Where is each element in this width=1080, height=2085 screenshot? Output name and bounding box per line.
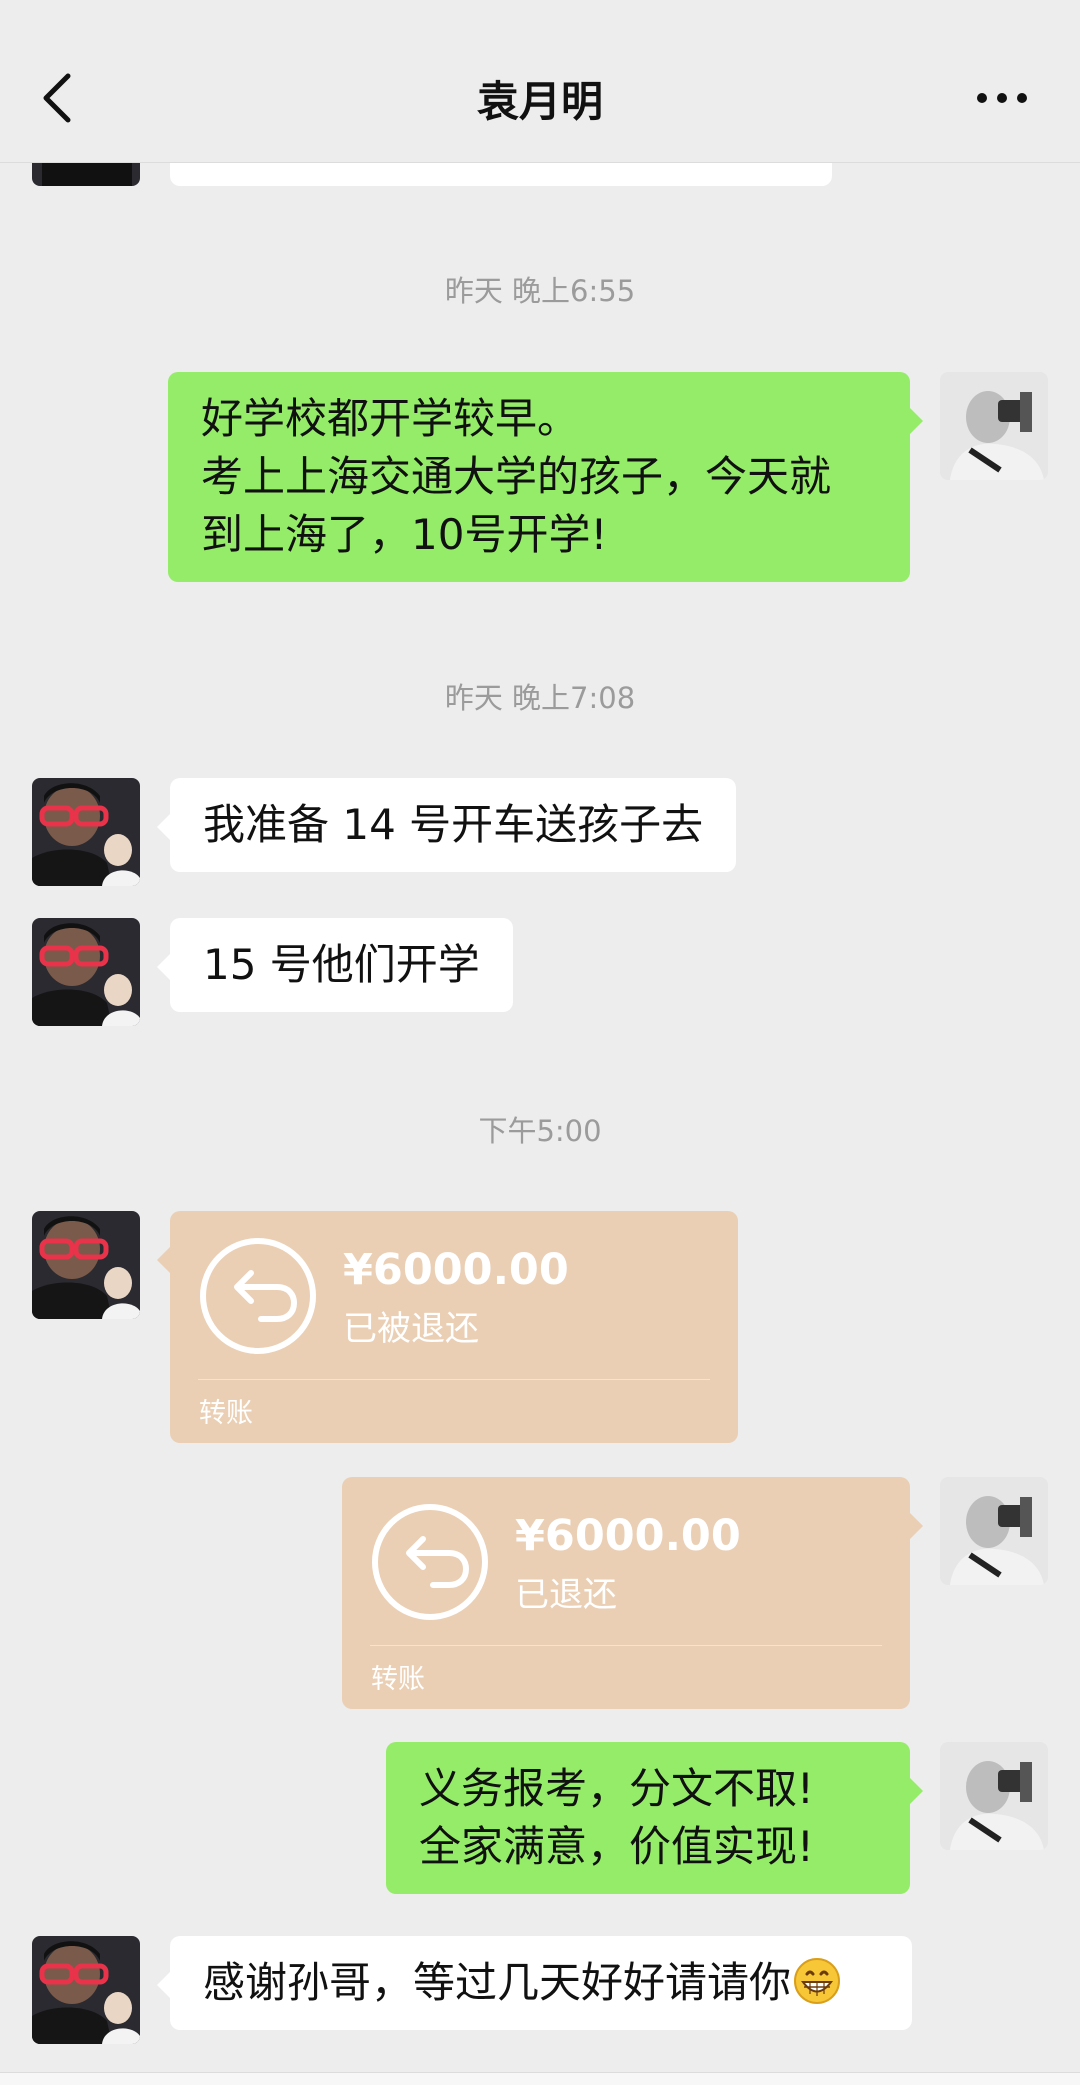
message-text: 15 号他们开学 [203, 940, 480, 989]
return-arrow-icon [372, 1504, 488, 1620]
message-text: 我准备 14 号开车送孩子去 [203, 800, 704, 849]
transfer-card-returned-to-me[interactable]: ¥6000.00 已被退还 转账 [157, 1211, 738, 1443]
message-text: 全家满意，价值实现! [419, 1822, 814, 1871]
message-text: 好学校都开学较早。 [201, 394, 580, 443]
outgoing-message[interactable]: 好学校都开学较早。 考上上海交通大学的孩子，今天就 到上海了，10号开学! [168, 372, 923, 582]
outgoing-message[interactable]: 义务报考，分文不取! 全家满意，价值实现! [386, 1742, 923, 1894]
transfer-amount: ¥6000.00 [343, 1245, 569, 1295]
message-text: 考上上海交通大学的孩子，今天就 [201, 452, 832, 501]
chat-header: 袁月明 [0, 0, 1080, 163]
contact-avatar[interactable] [32, 778, 140, 886]
contact-avatar[interactable] [32, 918, 140, 1026]
divider [370, 1645, 882, 1646]
more-dots-icon[interactable] [974, 90, 1030, 106]
contact-avatar[interactable] [32, 1936, 140, 2044]
return-arrow-icon [200, 1238, 316, 1354]
transfer-status: 已被退还 [343, 1309, 479, 1349]
transfer-amount: ¥6000.00 [515, 1511, 741, 1561]
chat-area[interactable]: 昨天 晚上6:55 好学校都开学较早。 考上上海交通大学的孩子，今天就 到上海了… [0, 0, 1080, 2085]
divider [198, 1379, 710, 1380]
timestamp: 昨天 晚上7:08 [444, 681, 636, 715]
page-title: 袁月明 [476, 77, 603, 126]
timestamp: 昨天 晚上6:55 [444, 274, 636, 308]
my-avatar[interactable] [940, 1477, 1048, 1585]
message-text: 义务报考，分文不取! [419, 1764, 814, 1813]
transfer-card-returned[interactable]: ¥6000.00 已退还 转账 [342, 1477, 923, 1709]
input-bar-edge [0, 2072, 1080, 2085]
my-avatar[interactable] [940, 372, 1048, 480]
my-avatar[interactable] [940, 1742, 1048, 1850]
transfer-status: 已退还 [515, 1575, 617, 1615]
grinning-face-icon [794, 1958, 841, 2004]
incoming-message[interactable]: 感谢孙哥，等过几天好好请请你 [157, 1936, 912, 2030]
transfer-label: 转账 [371, 1664, 425, 1695]
incoming-message[interactable]: 15 号他们开学 [157, 918, 513, 1012]
transfer-label: 转账 [199, 1398, 253, 1429]
contact-avatar[interactable] [32, 1211, 140, 1319]
timestamp: 下午5:00 [478, 1114, 602, 1148]
message-line: 感谢孙哥，等过几天好好请请你 [203, 1954, 879, 2012]
incoming-message[interactable]: 我准备 14 号开车送孩子去 [156, 778, 737, 872]
message-text: 到上海了，10号开学! [201, 510, 608, 559]
message-text: 感谢孙哥，等过几天好好请请你 [203, 1958, 792, 2007]
